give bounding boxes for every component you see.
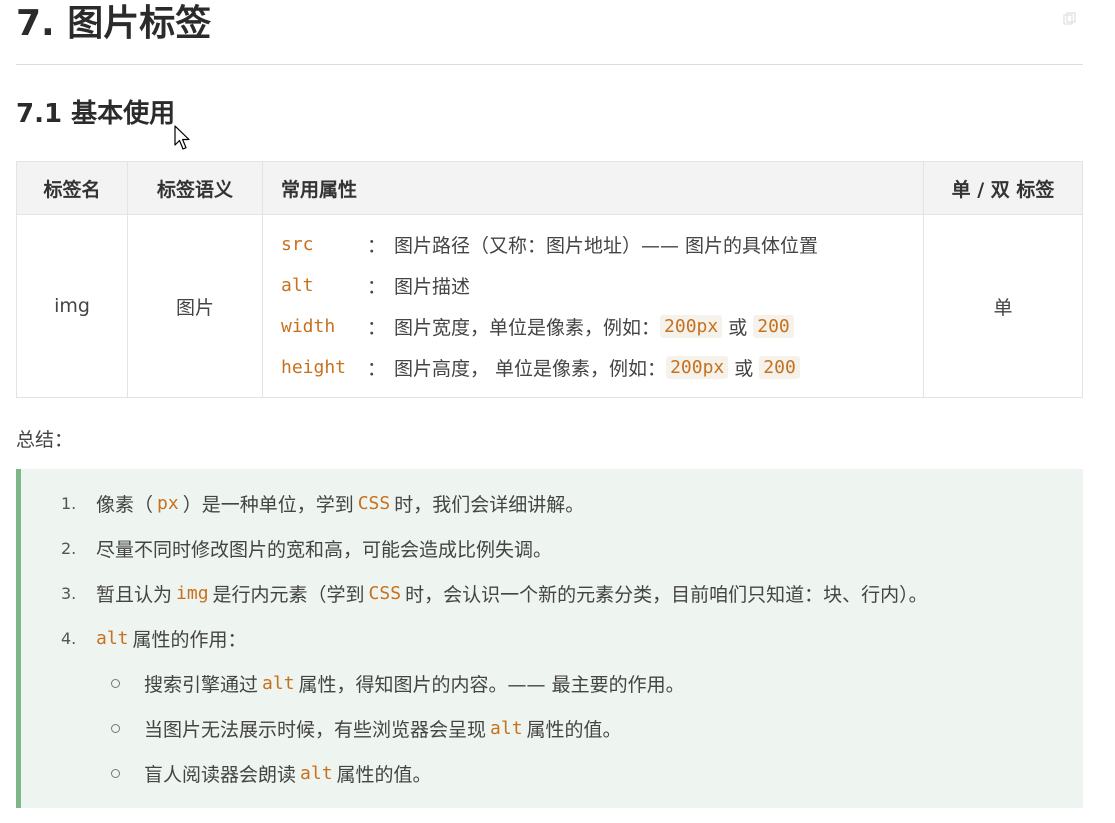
copy-icon[interactable] (1063, 12, 1077, 26)
list-item: 2. 尽量不同时修改图片的宽和高，可能会造成比例失调。 (61, 539, 553, 561)
table-header-row: 标签名 标签语义 常用属性 单 / 双 标签 (16, 161, 1083, 215)
inline-code: 200 (753, 315, 794, 338)
list-item: 1. 像素（ px ）是一种单位，学到 CSS 时，我们会详细讲解。 (61, 493, 585, 516)
attr-width-line: width ： 图片宽度，单位是像素，例如： 200px 或 200 (281, 306, 922, 347)
attributes-table: 标签名 标签语义 常用属性 单 / 双 标签 img 图片 src ： 图片路径… (16, 161, 1083, 398)
attr-src-line: src ： 图片路径（又称：图片地址）—— 图片的具体位置 (281, 234, 819, 257)
attr-height-line: height ： 图片高度， 单位是像素，例如： 200px 或 200 (281, 347, 922, 388)
attr-name: height (281, 357, 347, 378)
sub-list-item: 搜索引擎通过 alt 属性，得知图片的内容。—— 最主要的作用。 (61, 661, 928, 706)
list-item: 4. alt 属性的作用： (61, 628, 247, 651)
header-semantics: 标签语义 (127, 161, 263, 215)
attr-name: src (281, 234, 314, 255)
cell-attributes: src ： 图片路径（又称：图片地址）—— 图片的具体位置 alt ： 图片描述… (262, 214, 924, 398)
mouse-pointer-icon (174, 125, 190, 150)
title-divider (16, 64, 1083, 65)
list-item: 3. 暂且认为 img 是行内元素（学到 CSS 时，会认识一个新的元素分类，目… (61, 583, 928, 606)
summary-label: 总结： (16, 429, 74, 451)
page-title: 7. 图片标签 (16, 3, 212, 44)
attr-name: alt (281, 275, 314, 296)
cell-tag-type: 单 (923, 214, 1083, 398)
circle-bullet-icon (111, 679, 120, 688)
circle-bullet-icon (111, 769, 120, 778)
summary-callout: 1. 像素（ px ）是一种单位，学到 CSS 时，我们会详细讲解。 2. 尽量… (16, 469, 1083, 808)
sub-list-item: 当图片无法展示时候，有些浏览器会呈现 alt 属性的值。 (61, 706, 928, 751)
inline-code: 200px (666, 356, 729, 379)
header-attributes: 常用属性 (262, 161, 924, 215)
cell-semantics: 图片 (127, 214, 263, 398)
summary-list: 1. 像素（ px ）是一种单位，学到 CSS 时，我们会详细讲解。 2. 尽量… (61, 481, 928, 796)
table-row: img 图片 src ： 图片路径（又称：图片地址）—— 图片的具体位置 alt… (16, 214, 1083, 398)
section-heading: 7.1 基本使用 (16, 99, 176, 129)
circle-bullet-icon (111, 724, 120, 733)
attr-alt-line: alt ： 图片描述 (281, 275, 471, 298)
inline-code: 200 (759, 356, 800, 379)
header-tag-type: 单 / 双 标签 (923, 161, 1083, 215)
header-tag-name: 标签名 (16, 161, 128, 215)
attr-name: width (281, 316, 336, 337)
inline-code: 200px (660, 315, 723, 338)
cell-tag-name: img (16, 214, 128, 398)
sub-list-item: 盲人阅读器会朗读 alt 属性的值。 (61, 751, 928, 796)
